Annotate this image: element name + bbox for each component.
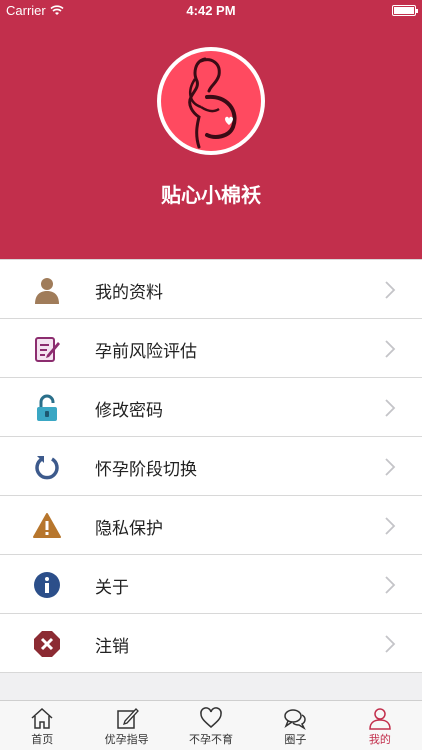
- battery-icon: [392, 5, 418, 16]
- chevron-right-icon: [385, 399, 396, 417]
- menu-item-label: 修改密码: [95, 401, 163, 421]
- menu-item-risk-assessment[interactable]: 孕前风险评估: [0, 319, 422, 378]
- info-icon: [34, 572, 60, 598]
- profile-header: 贴心小棉袄: [0, 22, 422, 259]
- tab-mine[interactable]: 我的: [338, 701, 422, 750]
- logout-icon: [34, 631, 60, 657]
- unlock-icon: [37, 394, 57, 421]
- tab-label: 我的: [368, 733, 391, 746]
- menu-item-label: 隐私保护: [95, 519, 163, 539]
- menu-item-label: 关于: [95, 578, 129, 598]
- chevron-right-icon: [385, 517, 396, 535]
- user-icon: [35, 278, 59, 304]
- tab-home[interactable]: 首页: [0, 701, 84, 750]
- pregnant-woman-logo-icon: [161, 51, 261, 151]
- refresh-icon: [35, 456, 59, 480]
- menu-item-my-profile[interactable]: 我的资料: [0, 260, 422, 319]
- avatar[interactable]: [157, 47, 265, 155]
- tab-guide[interactable]: 优孕指导: [84, 701, 168, 750]
- tab-circle[interactable]: 圈子: [253, 701, 337, 750]
- tab-label: 首页: [31, 733, 54, 746]
- heart-icon: [200, 707, 222, 728]
- menu-item-about[interactable]: 关于: [0, 555, 422, 614]
- app-name: 贴心小棉袄: [161, 183, 261, 207]
- settings-menu: 我的资料 孕前风险评估 修改密码 怀孕阶段切换 隐私保护 关于 注销: [0, 259, 422, 673]
- tab-infertility[interactable]: 不孕不育: [169, 701, 253, 750]
- chevron-right-icon: [385, 458, 396, 476]
- chevron-right-icon: [385, 635, 396, 653]
- edit-form-icon: [35, 337, 60, 362]
- status-time: 4:42 PM: [186, 3, 236, 18]
- menu-item-label: 注销: [95, 637, 129, 657]
- tab-label: 优孕指导: [104, 733, 149, 746]
- status-bar: Carrier 4:42 PM: [0, 0, 422, 22]
- guide-icon: [116, 708, 139, 729]
- tab-label: 圈子: [284, 733, 307, 746]
- home-icon: [31, 707, 53, 729]
- menu-item-stage-switch[interactable]: 怀孕阶段切换: [0, 437, 422, 496]
- tab-bar: 首页 优孕指导 不孕不育 圈子 我的: [0, 700, 422, 750]
- chevron-right-icon: [385, 576, 396, 594]
- warning-icon: [33, 513, 61, 538]
- menu-item-label: 孕前风险评估: [95, 342, 197, 362]
- menu-item-privacy[interactable]: 隐私保护: [0, 496, 422, 555]
- chevron-right-icon: [385, 281, 396, 299]
- profile-icon: [369, 708, 391, 730]
- chat-icon: [284, 709, 307, 730]
- menu-item-label: 怀孕阶段切换: [95, 460, 197, 480]
- menu-item-logout[interactable]: 注销: [0, 614, 422, 673]
- chevron-right-icon: [385, 340, 396, 358]
- menu-item-label: 我的资料: [95, 283, 163, 303]
- tab-label: 不孕不育: [189, 733, 234, 746]
- menu-item-change-password[interactable]: 修改密码: [0, 378, 422, 437]
